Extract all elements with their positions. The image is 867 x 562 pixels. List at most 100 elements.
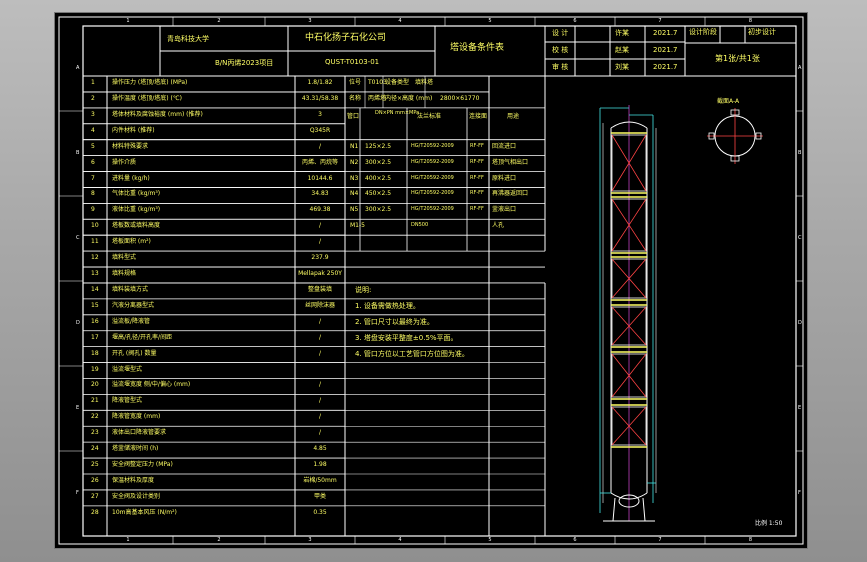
param-number: 15 — [91, 301, 99, 309]
param-value: 整盘装填 — [307, 285, 333, 293]
skirt — [642, 497, 646, 522]
param-number: 19 — [91, 365, 99, 373]
stage-value: 初步设计 — [748, 28, 776, 36]
stage-label: 设计阶段 — [689, 28, 717, 36]
param-value: / — [318, 333, 322, 341]
nozzle-size: 400×2.5 — [365, 174, 392, 182]
param-number: 25 — [91, 461, 99, 469]
param-value: / — [318, 222, 322, 230]
param-number: 18 — [91, 349, 99, 357]
param-value: 甲类 — [313, 492, 327, 500]
nozzle-size: 300×2.5 — [365, 158, 392, 166]
param-label: 气体比重 (kg/m³) — [112, 190, 161, 198]
param-label: 塔板面积 (m²) — [112, 238, 151, 246]
param-value: 34.83 — [311, 190, 329, 198]
nozzle-id: N3 — [350, 174, 359, 182]
param-label: 汽液分离器型式 — [112, 301, 155, 309]
param-number: 26 — [91, 477, 99, 484]
grid-letter-right: B — [798, 149, 802, 156]
nozzle-use: 人孔 — [492, 222, 505, 230]
param-number: 28 — [91, 508, 99, 516]
param-value: Q345R — [309, 126, 331, 134]
nozzle-use: 原料进口 — [492, 174, 517, 182]
nozzle-header: 连接面 — [469, 112, 488, 120]
nozzle-face: RF-FF — [470, 190, 484, 197]
nozzle-use: 塔顶气相出口 — [492, 158, 529, 166]
skirt — [612, 497, 616, 522]
param-value: / — [318, 429, 322, 437]
param-label: 填料型式 — [112, 254, 137, 262]
grid-letter-left: D — [76, 319, 80, 326]
drawing-title: B/N丙烯2023项目 — [215, 59, 274, 67]
grid-number-top: 4 — [398, 18, 402, 24]
param-value: 岩棉/50mm — [303, 477, 337, 484]
param-label: 溢流堰型式 — [112, 365, 143, 373]
param-value: / — [318, 381, 322, 389]
param-value: 丝网除沫器 — [304, 301, 336, 309]
param-number: 7 — [91, 174, 95, 182]
scale-note: 比例 1:50 — [755, 520, 783, 527]
equipment-field: 位号 — [349, 79, 362, 86]
param-label: 塔釜储液时间 (h) — [112, 445, 159, 453]
grid-number-top: 8 — [748, 18, 753, 24]
param-number: 12 — [91, 254, 99, 262]
role-label: 校 核 — [552, 46, 569, 54]
notes-heading: 说明: — [355, 285, 372, 294]
param-label: 降液管型式 — [112, 397, 143, 405]
equipment-field: 填料塔 — [415, 79, 434, 86]
param-value: 1.8/1.82 — [307, 79, 333, 86]
param-number: 13 — [91, 270, 99, 278]
param-number: 24 — [91, 445, 99, 453]
signer-name: 赵某 — [615, 46, 629, 54]
nozzle-size: 125×2.5 — [365, 142, 392, 150]
param-number: 1 — [91, 79, 95, 86]
param-label: 填料装填方式 — [112, 285, 149, 293]
signer-name: 刘某 — [615, 63, 629, 71]
param-number: 27 — [91, 492, 99, 500]
param-value: 4.85 — [313, 445, 327, 453]
nozzle-use: 再沸器返回口 — [492, 190, 529, 198]
equipment-field: 丙烯塔 — [368, 94, 387, 102]
equipment-field: 设备类型 — [385, 79, 410, 86]
param-value: 10144.6 — [307, 174, 333, 182]
param-number: 22 — [91, 413, 99, 421]
grid-number-bottom: 5 — [488, 537, 492, 543]
nozzle-id: N5 — [350, 206, 359, 214]
grid-number-top: 3 — [308, 18, 312, 24]
grid-letter-left: A — [76, 64, 80, 71]
grid-letter-left: C — [76, 234, 80, 241]
param-number: 2 — [91, 94, 95, 102]
param-number: 9 — [91, 206, 95, 214]
param-number: 10 — [91, 222, 99, 230]
param-label: 降液管宽度 (mm) — [112, 413, 161, 421]
nozzle-header: 用途 — [507, 112, 520, 120]
grid-number-bottom: 3 — [308, 537, 312, 543]
grid-letter-right: A — [798, 64, 802, 71]
param-label: 安全阀整定压力 (MPa) — [112, 461, 173, 469]
param-value: 3 — [318, 110, 322, 118]
param-label: 塔体材料及腐蚀裕度 (mm) (推荐) — [112, 110, 203, 118]
role-label: 设 计 — [552, 29, 569, 37]
nozzle-id: M1-5 — [350, 222, 365, 230]
param-number: 6 — [91, 158, 95, 166]
sign-date: 2021.7 — [653, 46, 678, 54]
param-label: 开孔 (阀孔) 数量 — [112, 349, 157, 357]
param-label: 保温材料及厚度 — [112, 477, 155, 484]
param-label: 溢流板/降液管 — [112, 317, 151, 325]
param-value: Mellapak 250Y — [298, 270, 342, 278]
nozzle-face: RF-FF — [470, 158, 484, 165]
param-value: / — [318, 397, 322, 405]
param-number: 16 — [91, 317, 99, 325]
document-title: 塔设备条件表 — [450, 43, 505, 53]
nozzle-id: N1 — [350, 142, 359, 150]
param-label: 堰高/孔径/开孔率/间距 — [112, 333, 173, 341]
grid-letter-right: C — [798, 234, 802, 241]
nozzle-face: RF-FF — [470, 206, 484, 213]
grid-number-bottom: 6 — [573, 537, 577, 543]
param-label: 填料规格 — [112, 270, 137, 278]
company-name: 中石化扬子石化公司 — [305, 33, 387, 43]
param-value: / — [318, 349, 322, 357]
grid-number-bottom: 4 — [398, 537, 402, 543]
note-line: 4. 管口方位以工艺管口方位图为准。 — [355, 349, 469, 358]
grid-number-bottom: 7 — [658, 537, 662, 543]
